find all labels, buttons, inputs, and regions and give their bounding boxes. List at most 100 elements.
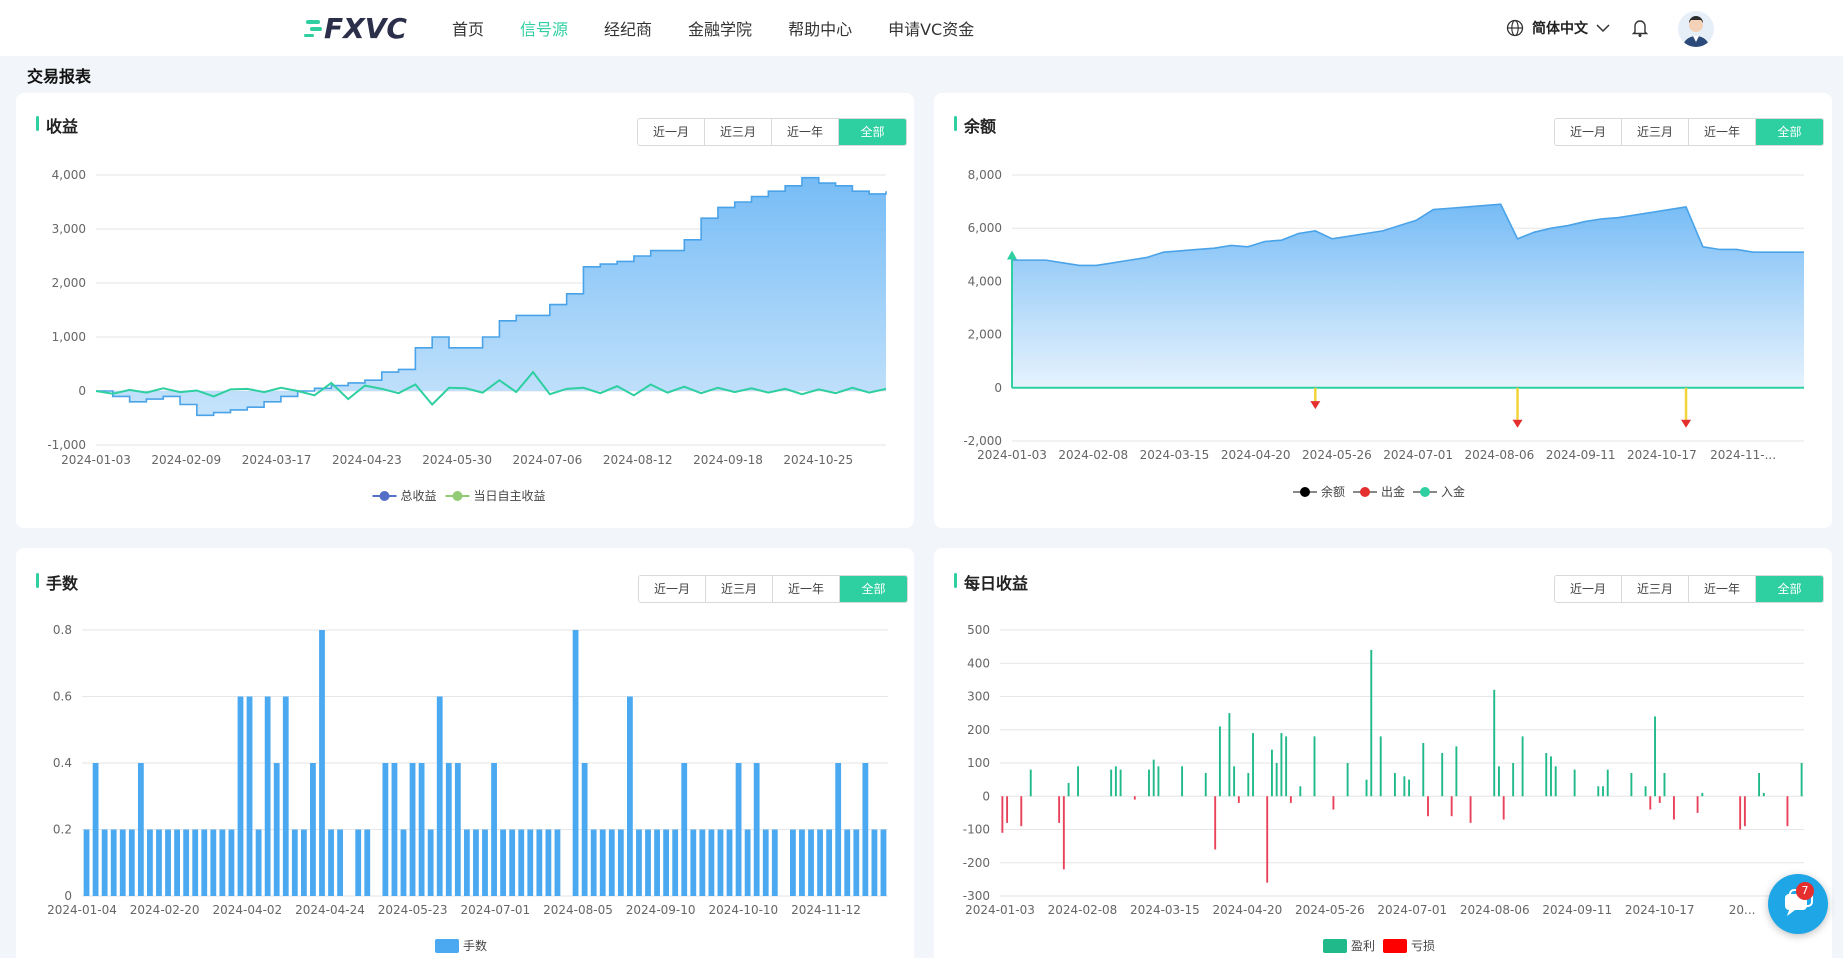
lots-bar [400, 829, 407, 896]
lots-bar [273, 763, 280, 896]
x-tick-label: 2024-09-18 [693, 453, 763, 467]
profit-bar [1218, 726, 1221, 797]
lots-bar [310, 763, 316, 896]
lots-bar [463, 829, 470, 896]
nav-item-signals[interactable]: 信号源 [520, 16, 568, 40]
profit-bar [1800, 763, 1803, 797]
profit-bar [1152, 759, 1155, 797]
lots-bar [545, 829, 552, 896]
profit-bar [1602, 786, 1604, 797]
nav-item-academy[interactable]: 金融学院 [688, 16, 752, 40]
x-tick-label: 2024-04-23 [332, 453, 402, 467]
profit-bar [1493, 689, 1496, 797]
profit-bar [1758, 772, 1761, 797]
profit-bar [1119, 769, 1122, 797]
lots-bar [862, 763, 869, 896]
legend-marker [379, 491, 390, 501]
language-label: 简体中文 [1532, 21, 1588, 37]
nav-item-home[interactable]: 首页 [452, 16, 484, 40]
profit-bar [1403, 776, 1406, 797]
nav-item-brokers[interactable]: 经纪商 [604, 16, 652, 40]
lots-bar [799, 829, 805, 896]
x-tick-label: 2024-01-03 [977, 448, 1047, 462]
language-selector[interactable]: 简体中文 [1506, 18, 1618, 38]
y-tick-label: -2,000 [963, 434, 1002, 448]
lots-bar [83, 829, 90, 896]
lots-bar [744, 829, 751, 896]
y-tick-label: 3,000 [52, 222, 86, 236]
lots-bar [445, 763, 452, 896]
loss-bar [1658, 796, 1661, 803]
withdrawal-arrow [1681, 419, 1692, 428]
lots-bar [219, 829, 226, 896]
loss-bar [1062, 796, 1065, 870]
loss-bar [1237, 796, 1240, 803]
fxvc-logo[interactable]: FXVC [304, 12, 414, 45]
nav-item-apply-funding[interactable]: 申请VC资金 [888, 16, 974, 40]
total-profit-area [96, 177, 886, 416]
lots-bar [491, 763, 497, 896]
x-tick-label: 2024-01-03 [965, 903, 1035, 917]
nav-item-help[interactable]: 帮助中心 [788, 16, 852, 40]
y-tick-label: 0.8 [53, 623, 72, 637]
profit-bar [1148, 769, 1150, 797]
x-tick-label: 2024-08-06 [1460, 903, 1530, 917]
lots-bar [672, 829, 679, 896]
profit-bar [1663, 772, 1666, 797]
lots-bar [853, 829, 860, 896]
lots-bar [753, 763, 760, 896]
chevron-down-icon [1596, 24, 1610, 33]
loss-bar [1020, 796, 1023, 827]
profit-bar [1233, 766, 1236, 797]
lots-bar [871, 829, 878, 896]
lots-bar [527, 829, 534, 896]
lots-bar [500, 829, 507, 896]
x-tick-label: 2024-03-15 [1130, 903, 1200, 917]
x-tick-label: 2024-02-09 [151, 453, 221, 467]
lots-bar [482, 829, 488, 896]
daily-profit-chart: -300 -200 -100 0 100 200 300 400 500 2024-01-03 20… [963, 623, 1804, 953]
loss-bar [1427, 796, 1429, 817]
y-tick-label: 2,000 [52, 276, 86, 290]
lots-bar [282, 696, 289, 896]
lots-bar [319, 630, 325, 896]
y-tick-label: -200 [963, 856, 990, 870]
x-tick-label: 2024-05-30 [422, 453, 492, 467]
profit-bar [1573, 769, 1576, 797]
lots-bar [681, 763, 688, 896]
profit-bar [1067, 782, 1070, 797]
profit-chart: -1,000 0 1,000 2,000 3,000 4,000 2024-01-03 202… [47, 168, 887, 503]
lots-bar [137, 763, 144, 896]
profit-bar [1181, 766, 1184, 797]
profit-bar [1498, 766, 1500, 797]
lots-bar [808, 829, 814, 896]
chat-support-button[interactable] [1768, 874, 1828, 934]
lots-bar [165, 829, 171, 896]
profit-bar [1521, 736, 1524, 797]
y-tick-label: 200 [967, 723, 990, 737]
profit-bar [1285, 736, 1288, 797]
y-tick-label: 100 [967, 756, 990, 770]
loss-bar [1739, 796, 1742, 830]
profit-bar [1379, 736, 1382, 797]
x-tick-label: 2024-08-05 [543, 903, 613, 917]
lots-bar [762, 829, 769, 896]
lots-bar [826, 829, 833, 896]
lots-bar [364, 829, 371, 896]
x-tick-label: 2024-10-17 [1625, 903, 1695, 917]
lots-bar [817, 829, 823, 896]
profit-bar [1275, 763, 1278, 797]
x-tick-label: 2024-04-20 [1213, 903, 1283, 917]
x-tick-label: 2024-05-26 [1302, 448, 1372, 462]
chat-bubble-icon [1785, 889, 1813, 916]
notification-bell-icon[interactable] [1631, 18, 1649, 42]
loss-bar [1266, 796, 1269, 883]
loss-bar [1006, 796, 1009, 823]
x-tick-label: 2024-10-10 [708, 903, 778, 917]
profit-bar [1554, 766, 1557, 797]
lots-bar [147, 829, 153, 896]
lots-bar [418, 763, 425, 896]
profit-bar [1644, 786, 1647, 797]
loss-bar [1289, 796, 1292, 803]
user-avatar[interactable] [1678, 11, 1714, 47]
